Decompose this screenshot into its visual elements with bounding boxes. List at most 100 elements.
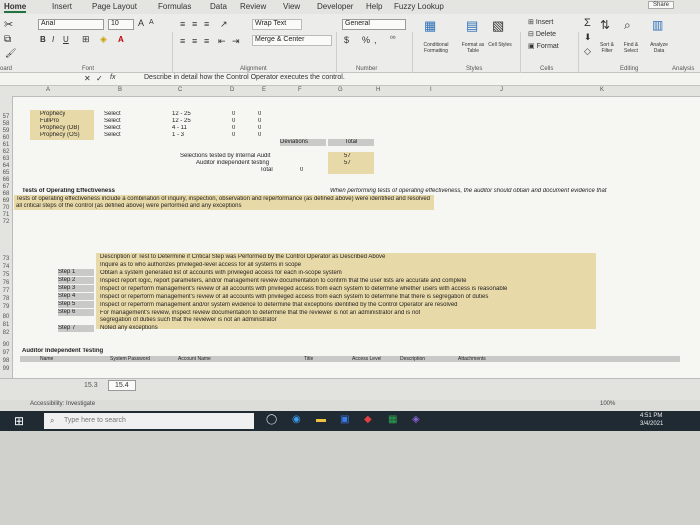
wrap-text-button[interactable]: Wrap Text <box>252 19 302 30</box>
cell-c80[interactable]: For management's review, inspect review … <box>100 310 420 316</box>
row-number[interactable]: 90 <box>0 342 12 348</box>
cell-styles-icon[interactable]: ▧ <box>492 18 504 34</box>
format-painter-icon[interactable]: 🖌 <box>5 48 16 59</box>
cell-b60[interactable]: Select <box>104 132 121 138</box>
column-header[interactable]: I <box>430 87 432 93</box>
col-hdr-description[interactable]: Description <box>400 356 425 362</box>
row-number[interactable]: 59 <box>0 128 12 134</box>
row-number[interactable]: 58 <box>0 121 12 127</box>
cell-c79[interactable]: Inspect or reperform management and/or s… <box>100 302 580 308</box>
cancel-icon[interactable]: ✕ <box>84 74 91 83</box>
cell-a71[interactable]: all critical steps of the control (as de… <box>16 203 432 209</box>
cell-e65[interactable]: Total <box>260 167 273 173</box>
cell-h63[interactable]: 57 <box>344 153 351 159</box>
column-header[interactable]: B <box>118 87 122 93</box>
font-size-select[interactable]: 10 <box>108 19 134 30</box>
cell-e64[interactable]: Auditor independent testing <box>196 160 280 166</box>
row-number[interactable]: 76 <box>0 280 12 286</box>
row-number[interactable]: 79 <box>0 304 12 310</box>
cell-c81[interactable]: segregation of duties such that the revi… <box>100 317 420 323</box>
tab-page-layout[interactable]: Page Layout <box>92 2 137 11</box>
auditor-testing-title[interactable]: Auditor Independent Testing <box>22 348 103 354</box>
row-number[interactable]: 69 <box>0 198 12 204</box>
percent-button[interactable]: % <box>362 35 370 45</box>
row-number[interactable]: 66 <box>0 177 12 183</box>
cell-b59[interactable]: Select <box>104 125 121 131</box>
cell-d60[interactable]: 0 <box>232 132 235 138</box>
delete-cells-button[interactable]: ⊟ Delete <box>528 30 556 38</box>
row-number[interactable]: 70 <box>0 205 12 211</box>
analyze-data-icon[interactable]: ▥ <box>652 18 663 32</box>
cell-c82[interactable]: Noted any exceptions <box>100 325 300 331</box>
sheet-tab[interactable]: 15.3 <box>84 382 98 389</box>
col-hdr-account[interactable]: Account Name <box>178 356 211 362</box>
enter-icon[interactable]: ✓ <box>96 74 103 83</box>
sort-filter-button[interactable]: Sort & Filter <box>596 42 618 54</box>
cell-c77[interactable]: Inspect or reperform management's review… <box>100 286 580 292</box>
cell-a70[interactable]: Tests of operating effectiveness include… <box>16 196 432 202</box>
row-number[interactable]: 78 <box>0 296 12 302</box>
tab-review[interactable]: Review <box>240 2 266 11</box>
cell-a58[interactable]: FullPro <box>40 118 59 124</box>
format-as-table-button[interactable]: Format as Table <box>460 42 486 54</box>
teams-icon[interactable]: ◈ <box>412 414 420 425</box>
cell-d57[interactable]: 0 <box>232 111 235 117</box>
cell-c60[interactable]: 1 - 3 <box>172 132 184 138</box>
row-number[interactable]: 75 <box>0 272 12 278</box>
cell-b57[interactable]: Select <box>104 111 121 117</box>
column-header[interactable]: J <box>500 87 503 93</box>
borders-icon[interactable]: ⊞ <box>82 34 90 45</box>
cell-e68[interactable]: When performing tests of operating effec… <box>330 188 610 194</box>
font-color-button[interactable]: A <box>118 35 124 44</box>
column-header[interactable]: K <box>600 87 604 93</box>
row-number[interactable]: 77 <box>0 288 12 294</box>
cell-b80[interactable]: Step 6 <box>58 309 94 316</box>
row-number[interactable]: 71 <box>0 212 12 218</box>
task-view-icon[interactable]: ◯ <box>266 414 277 425</box>
row-number[interactable]: 57 <box>0 114 12 120</box>
cell-b76[interactable]: Step 2 <box>58 277 94 284</box>
cell-e63[interactable]: Selections tested by Internal Audit <box>180 153 280 159</box>
column-header[interactable]: C <box>178 87 182 93</box>
insert-cells-button[interactable]: ⊞ Insert <box>528 18 553 26</box>
currency-button[interactable]: $ <box>344 35 349 45</box>
clock-date[interactable]: 3/4/2021 <box>640 421 663 427</box>
clear-icon[interactable]: ◇ <box>584 46 591 57</box>
formula-input[interactable]: Describe in detail how the Control Opera… <box>144 74 345 81</box>
cell-d59[interactable]: 0 <box>232 125 235 131</box>
row-number[interactable]: 73 <box>0 256 12 262</box>
search-box[interactable]: ⌕ Type here to search <box>44 413 254 429</box>
tab-home[interactable]: Home <box>4 2 27 13</box>
align-center-icon[interactable]: ≡ <box>192 36 197 46</box>
orientation-icon[interactable]: ↗ <box>220 19 228 30</box>
bold-button[interactable]: B <box>40 35 46 44</box>
edge-icon[interactable]: ◉ <box>292 414 301 425</box>
tab-fuzzy-lookup[interactable]: Fuzzy Lookup <box>394 2 444 11</box>
format-cells-button[interactable]: ▣ Format <box>528 42 559 50</box>
cell-e58[interactable]: 0 <box>258 118 261 124</box>
column-header[interactable]: F <box>298 87 302 93</box>
fx-label[interactable]: fx <box>110 74 115 81</box>
cell-c59[interactable]: 4 - 11 <box>172 125 187 131</box>
cell-g65[interactable]: 0 <box>300 167 303 173</box>
cell-c58[interactable]: 12 - 25 <box>172 118 191 124</box>
share-button[interactable]: Share <box>648 1 675 9</box>
conditional-formatting-button[interactable]: Conditional Formatting <box>412 42 460 54</box>
cell-h61[interactable]: Total <box>328 139 374 146</box>
col-hdr-password[interactable]: System Password <box>110 356 150 362</box>
row-number[interactable]: 81 <box>0 322 12 328</box>
cell-d58[interactable]: 0 <box>232 118 235 124</box>
fill-icon[interactable]: ⬇ <box>584 32 592 43</box>
cell-e60[interactable]: 0 <box>258 132 261 138</box>
cell-b82[interactable]: Step 7 <box>58 325 94 332</box>
col-hdr-access-level[interactable]: Access Level <box>352 356 381 362</box>
cell-c74[interactable]: Inquire as to who authorizes privileged-… <box>100 262 500 268</box>
windows-start-icon[interactable]: ⊞ <box>14 414 24 428</box>
cell-a57[interactable]: Prophecy <box>40 111 65 117</box>
section-title[interactable]: Tests of Operating Effectiveness <box>22 188 115 194</box>
cell-c73[interactable]: Description of Test to Determine if Crit… <box>100 254 400 260</box>
cell-f61[interactable]: Deviations <box>280 139 326 146</box>
cell-c76[interactable]: Inspect report logic, report parameters,… <box>100 278 580 284</box>
column-header[interactable]: A <box>46 87 50 93</box>
cell-e57[interactable]: 0 <box>258 111 261 117</box>
